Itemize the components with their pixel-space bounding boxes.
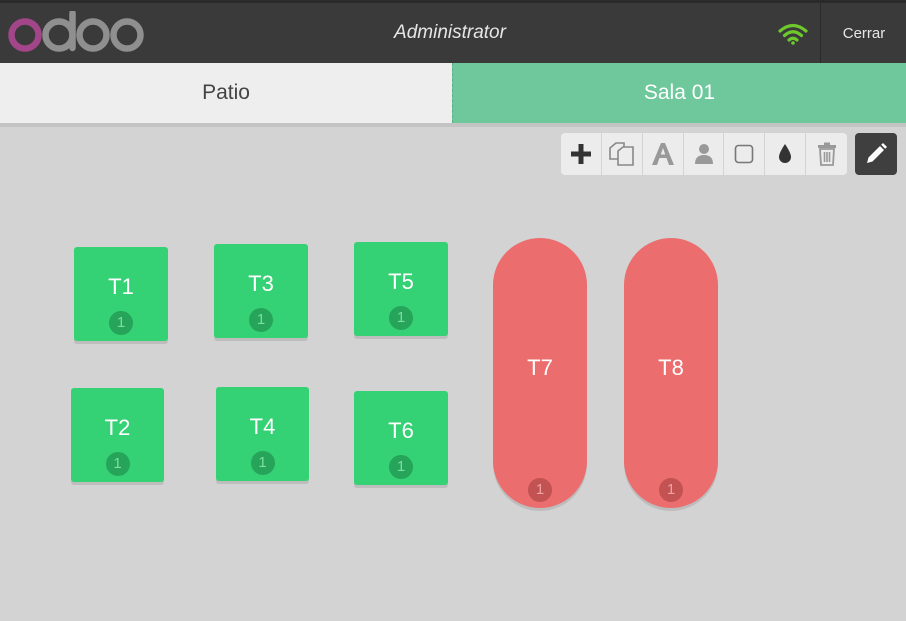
seat-count-badge: 1 <box>389 306 413 330</box>
color-button[interactable] <box>765 133 807 175</box>
table-t4[interactable]: T4 1 <box>216 387 309 481</box>
seat-count-badge: 1 <box>528 478 552 502</box>
floor-tabs: Patio Sala 01 <box>0 63 906 123</box>
table-t1[interactable]: T1 1 <box>74 247 168 341</box>
rename-icon <box>651 143 674 165</box>
delete-button[interactable] <box>806 133 847 175</box>
seat-count-badge: 1 <box>250 451 275 475</box>
top-bar: Administrator Cerrar <box>0 0 906 63</box>
pencil-icon <box>867 143 887 163</box>
edit-floor-button[interactable] <box>855 133 897 175</box>
table-name: T7 <box>527 355 553 380</box>
seat-count-badge: 1 <box>659 478 683 502</box>
color-icon <box>779 144 792 163</box>
rename-button[interactable] <box>643 133 684 175</box>
table-name: T5 <box>388 269 414 294</box>
table-t8[interactable]: T8 1 <box>624 238 718 508</box>
table-name: T2 <box>104 415 131 440</box>
table-name: T6 <box>388 418 414 443</box>
seats-icon <box>694 144 713 164</box>
duplicate-icon <box>608 142 634 166</box>
shape-button[interactable] <box>724 133 766 175</box>
table-t2[interactable]: T2 1 <box>71 388 164 482</box>
duplicate-button[interactable] <box>602 133 643 175</box>
close-button[interactable]: Cerrar <box>820 3 906 63</box>
seats-button[interactable] <box>684 133 725 175</box>
tab-patio[interactable]: Patio <box>0 63 452 123</box>
trash-icon <box>817 142 836 166</box>
tabs-divider <box>0 123 906 127</box>
table-t6[interactable]: T6 1 <box>354 391 448 485</box>
add-icon <box>570 144 591 164</box>
table-name: T4 <box>249 414 276 439</box>
add-table-button[interactable] <box>561 133 602 175</box>
wifi-icon[interactable] <box>778 23 808 45</box>
tab-sala-01[interactable]: Sala 01 <box>452 63 906 123</box>
floor-edit-toolbar <box>561 133 847 175</box>
table-t3[interactable]: T3 1 <box>214 244 308 338</box>
table-t7[interactable]: T7 1 <box>493 238 587 508</box>
seat-count-badge: 1 <box>389 455 413 479</box>
user-name: Administrator <box>394 22 506 43</box>
seat-count-badge: 1 <box>109 311 133 335</box>
shape-icon <box>735 144 754 164</box>
table-name: T8 <box>658 355 684 380</box>
seat-count-badge: 1 <box>105 452 130 476</box>
table-t5[interactable]: T5 1 <box>354 242 448 336</box>
table-name: T3 <box>248 271 274 296</box>
seat-count-badge: 1 <box>249 308 273 332</box>
table-name: T1 <box>108 274 134 299</box>
